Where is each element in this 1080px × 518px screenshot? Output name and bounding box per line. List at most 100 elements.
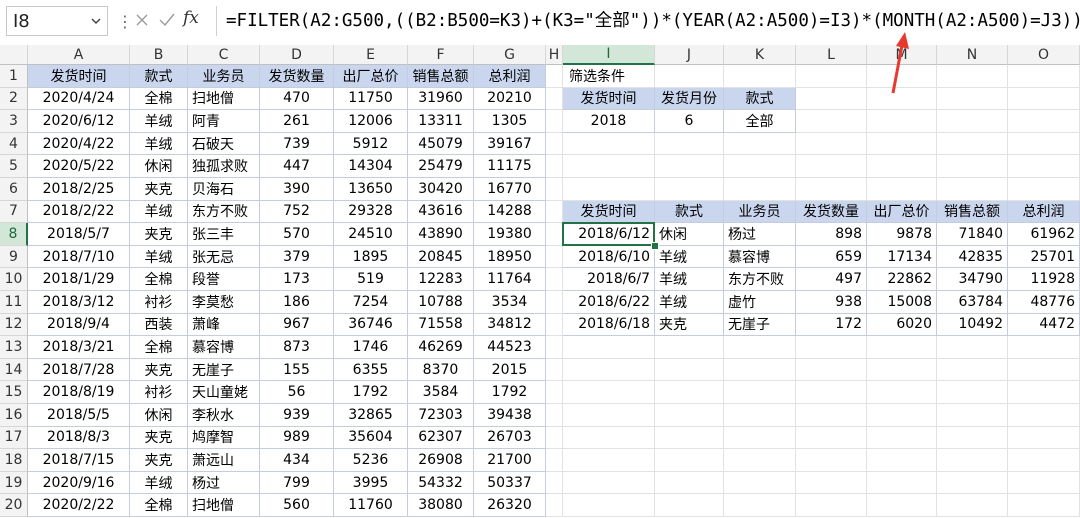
- source-table-cell[interactable]: 24510: [334, 223, 408, 246]
- source-table-cell[interactable]: 873: [260, 336, 334, 359]
- grid-cell[interactable]: [546, 471, 563, 495]
- source-table-cell[interactable]: 38080: [408, 494, 474, 517]
- source-table-cell[interactable]: 43890: [408, 223, 474, 246]
- source-table-cell[interactable]: 3584: [408, 381, 474, 404]
- source-table-cell[interactable]: 45079: [408, 132, 474, 156]
- source-table-cell[interactable]: 2018/5/5: [28, 404, 130, 427]
- grid-cell[interactable]: [867, 381, 937, 404]
- source-table-cell[interactable]: 11750: [334, 87, 408, 111]
- source-table-cell[interactable]: 衬衫: [130, 291, 188, 314]
- column-header-e[interactable]: E: [334, 45, 408, 65]
- source-table-cell[interactable]: 261: [260, 110, 334, 133]
- source-table-cell[interactable]: 72303: [408, 404, 474, 427]
- source-table-cell[interactable]: 鸠摩智: [188, 426, 260, 450]
- source-table-cell[interactable]: 8370: [408, 358, 474, 382]
- result-table-cell[interactable]: 虚竹: [724, 291, 796, 314]
- grid-cell[interactable]: [655, 381, 724, 404]
- source-table-cell[interactable]: 2018/2/25: [28, 178, 130, 201]
- result-table-header[interactable]: 销售总额: [937, 200, 1008, 224]
- source-table-cell[interactable]: 19380: [474, 223, 546, 246]
- source-table-cell[interactable]: 43616: [408, 200, 474, 224]
- grid-cell[interactable]: [796, 178, 867, 201]
- row-header-7[interactable]: 7: [0, 200, 28, 224]
- source-table-cell[interactable]: 71558: [408, 313, 474, 337]
- cancel-icon[interactable]: [134, 12, 150, 28]
- source-table-header[interactable]: 总利润: [474, 65, 546, 88]
- result-table-header[interactable]: 出厂总价: [867, 200, 937, 224]
- grid-cell[interactable]: [796, 381, 867, 404]
- grid-cell[interactable]: [867, 87, 937, 111]
- column-header-c[interactable]: C: [188, 45, 260, 65]
- grid-cell[interactable]: [1008, 358, 1080, 382]
- source-table-cell[interactable]: 752: [260, 200, 334, 224]
- grid-cell[interactable]: [655, 426, 724, 450]
- grid-cell[interactable]: [937, 110, 1008, 133]
- source-table-cell[interactable]: 36746: [334, 313, 408, 337]
- grid-cell[interactable]: [546, 336, 563, 359]
- select-all-corner[interactable]: [0, 45, 28, 65]
- source-table-header[interactable]: 发货时间: [28, 65, 130, 88]
- grid-cell[interactable]: [655, 404, 724, 427]
- result-table-cell[interactable]: 17134: [867, 245, 937, 269]
- grid-cell[interactable]: [546, 358, 563, 382]
- result-table-cell[interactable]: 48776: [1008, 291, 1080, 314]
- grid-cell[interactable]: [796, 65, 867, 88]
- source-table-cell[interactable]: 379: [260, 245, 334, 269]
- source-table-cell[interactable]: 5912: [334, 132, 408, 156]
- grid-cell[interactable]: [867, 449, 937, 472]
- source-table-cell[interactable]: 34812: [474, 313, 546, 337]
- source-table-cell[interactable]: 天山童姥: [188, 381, 260, 404]
- source-table-cell[interactable]: 13311: [408, 110, 474, 133]
- source-table-cell[interactable]: 26320: [474, 494, 546, 517]
- grid-cell[interactable]: [724, 404, 796, 427]
- source-table-cell[interactable]: 570: [260, 223, 334, 246]
- source-table-cell[interactable]: 2020/9/16: [28, 471, 130, 495]
- source-table-cell[interactable]: 张三丰: [188, 223, 260, 246]
- grid-cell[interactable]: [563, 155, 655, 178]
- source-table-cell[interactable]: 31960: [408, 87, 474, 111]
- column-header-g[interactable]: G: [474, 45, 546, 65]
- grid-cell[interactable]: [546, 404, 563, 427]
- source-table-cell[interactable]: 全棉: [130, 336, 188, 359]
- source-table-cell[interactable]: 14288: [474, 200, 546, 224]
- source-table-cell[interactable]: 20210: [474, 87, 546, 111]
- grid-cell[interactable]: [655, 132, 724, 156]
- source-table-cell[interactable]: 羊绒: [130, 200, 188, 224]
- criteria-value[interactable]: 2018: [563, 110, 655, 133]
- grid-cell[interactable]: [563, 426, 655, 450]
- result-table-cell[interactable]: 15008: [867, 291, 937, 314]
- result-table-header[interactable]: 业务员: [724, 200, 796, 224]
- source-table-cell[interactable]: 447: [260, 155, 334, 178]
- source-table-cell[interactable]: 6355: [334, 358, 408, 382]
- row-header-19[interactable]: 19: [0, 471, 28, 495]
- result-table-cell[interactable]: 938: [796, 291, 867, 314]
- row-header-12[interactable]: 12: [0, 313, 28, 337]
- grid-cell[interactable]: [796, 110, 867, 133]
- grid-cell[interactable]: [563, 358, 655, 382]
- result-table-cell[interactable]: 11928: [1008, 268, 1080, 291]
- source-table-cell[interactable]: 羊绒: [130, 471, 188, 495]
- result-table-cell[interactable]: 71840: [937, 223, 1008, 246]
- grid-cell[interactable]: [937, 336, 1008, 359]
- source-table-header[interactable]: 业务员: [188, 65, 260, 88]
- result-table-cell[interactable]: 61962: [1008, 223, 1080, 246]
- source-table-cell[interactable]: 扫地僧: [188, 494, 260, 517]
- source-table-cell[interactable]: 1305: [474, 110, 546, 133]
- source-table-cell[interactable]: 26703: [474, 426, 546, 450]
- source-table-cell[interactable]: 50337: [474, 471, 546, 495]
- source-table-cell[interactable]: 39167: [474, 132, 546, 156]
- source-table-cell[interactable]: 39438: [474, 404, 546, 427]
- source-table-cell[interactable]: 519: [334, 268, 408, 291]
- column-header-l[interactable]: L: [796, 45, 867, 65]
- column-header-m[interactable]: M: [867, 45, 937, 65]
- source-table-cell[interactable]: 35604: [334, 426, 408, 450]
- grid-cell[interactable]: [563, 449, 655, 472]
- grid-cell[interactable]: [563, 471, 655, 495]
- source-table-cell[interactable]: 3995: [334, 471, 408, 495]
- source-table-cell[interactable]: 段誉: [188, 268, 260, 291]
- source-table-header[interactable]: 款式: [130, 65, 188, 88]
- fill-handle[interactable]: [651, 241, 659, 250]
- row-header-5[interactable]: 5: [0, 155, 28, 178]
- source-table-cell[interactable]: 25479: [408, 155, 474, 178]
- row-header-1[interactable]: 1: [0, 65, 28, 88]
